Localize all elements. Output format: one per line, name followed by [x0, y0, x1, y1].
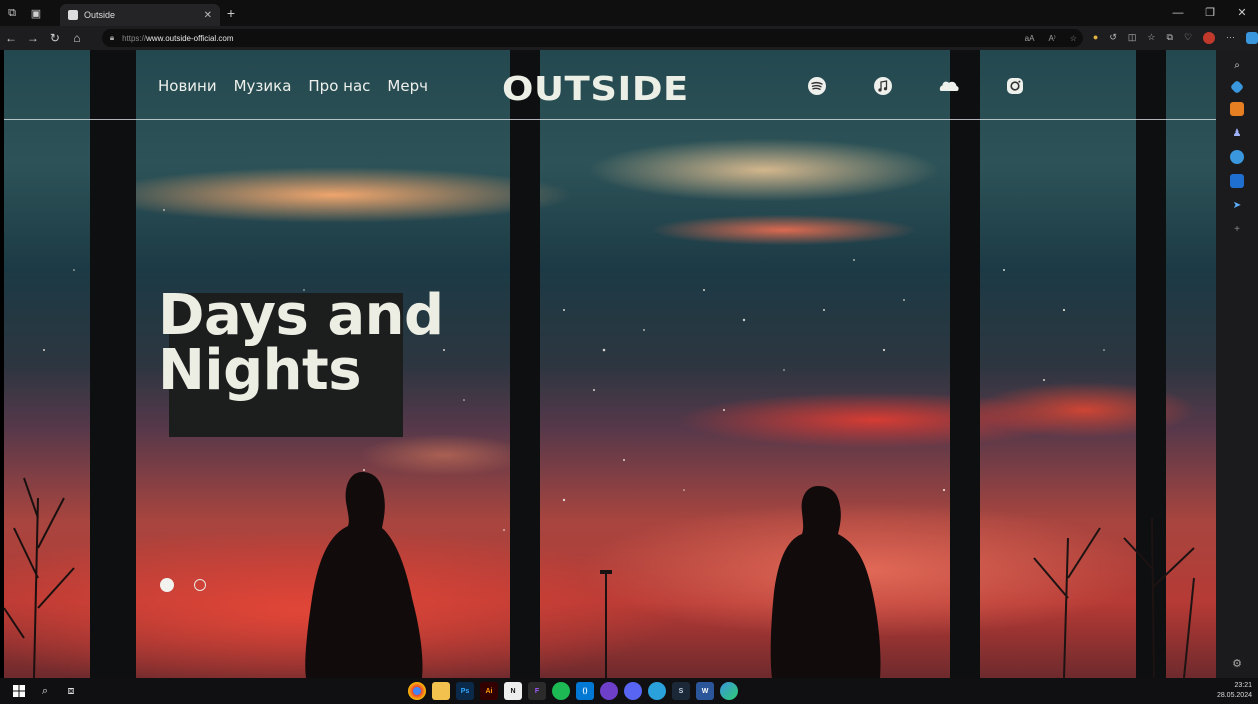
search-icon[interactable]: ⌕	[1230, 58, 1244, 72]
favorite-star-icon[interactable]: ☆	[1070, 34, 1077, 43]
slider-dot-2[interactable]	[194, 579, 206, 591]
street-lamp	[600, 570, 612, 678]
split-screen-icon[interactable]: ◫	[1128, 32, 1137, 44]
minimize-icon[interactable]: —	[1162, 0, 1194, 26]
workspaces-icon[interactable]: ⧉	[0, 0, 24, 26]
add-sidebar-app-icon[interactable]: +	[1230, 222, 1244, 236]
window-frame-right	[950, 50, 980, 678]
windows-taskbar: ⌕ ⧈ Ps Ai N F ⟨⟩ S W 23:21 28.05.2024	[0, 678, 1258, 704]
favorites-icon[interactable]: ☆	[1147, 32, 1155, 44]
site-favicon-icon	[68, 10, 78, 20]
taskbar-apps: Ps Ai N F ⟨⟩ S W	[408, 678, 738, 704]
read-aloud-icon[interactable]: A⁾	[1048, 34, 1055, 43]
steam-icon[interactable]: S	[672, 682, 690, 700]
word-icon[interactable]: W	[696, 682, 714, 700]
extension-icon[interactable]: ●	[1093, 32, 1098, 44]
site-logo[interactable]: OUTSIDE	[502, 69, 689, 108]
forward-icon[interactable]: →	[22, 31, 44, 45]
collections-icon[interactable]: ⧉	[1167, 32, 1173, 44]
close-tab-icon[interactable]: ✕	[204, 10, 212, 21]
browser-toolbar: ← → ↻ ⌂ 🔒︎ https:// www.outside-official…	[0, 26, 1258, 50]
immersive-reader-icon[interactable]: аА	[1025, 34, 1035, 43]
browser-essentials-icon[interactable]: ♡	[1184, 32, 1192, 44]
tab-actions-icon[interactable]: ▣	[24, 0, 48, 26]
taskbar-search-icon[interactable]: ⌕	[32, 678, 58, 704]
sidebar-settings-icon[interactable]: ⚙	[1232, 657, 1242, 670]
window-frame-center	[510, 50, 540, 678]
profile-avatar[interactable]	[1203, 32, 1216, 44]
outlook-icon[interactable]	[1230, 174, 1244, 188]
illustrator-icon[interactable]: Ai	[480, 682, 498, 700]
slider-dot-1-active[interactable]	[160, 578, 174, 592]
photoshop-icon[interactable]: Ps	[456, 682, 474, 700]
instagram-icon[interactable]	[1004, 75, 1026, 97]
chrome-icon[interactable]	[408, 682, 426, 700]
spotify-app-icon[interactable]	[552, 682, 570, 700]
bare-trees-right	[1033, 517, 1195, 678]
apple-music-icon[interactable]	[872, 75, 894, 97]
home-icon[interactable]: ⌂	[66, 31, 88, 45]
telegram-icon[interactable]	[648, 682, 666, 700]
social-links	[804, 75, 1034, 97]
window-frame-left	[90, 50, 136, 678]
window-controls: — ❐ ✕	[1162, 0, 1258, 26]
shopping-tag-icon[interactable]	[1229, 79, 1245, 95]
nav-link-music[interactable]: Музика	[234, 77, 292, 95]
figma-icon[interactable]: F	[528, 682, 546, 700]
nav-link-merch[interactable]: Мерч	[387, 77, 428, 95]
tab-outside[interactable]: Outside ✕	[60, 4, 220, 26]
github-icon[interactable]	[600, 682, 618, 700]
hero-title-line-1: Days and	[158, 283, 444, 348]
task-view-icon[interactable]: ⧈	[58, 678, 84, 704]
close-window-icon[interactable]: ✕	[1226, 0, 1258, 26]
refresh-icon[interactable]: ↻	[44, 31, 66, 45]
url-host: www.outside-official.com	[146, 33, 234, 43]
person-silhouette-right	[770, 486, 881, 678]
discord-icon[interactable]	[624, 682, 642, 700]
edge-icon[interactable]	[720, 682, 738, 700]
games-icon[interactable]: ♟	[1230, 126, 1244, 140]
restore-icon[interactable]: ❐	[1194, 0, 1226, 26]
clock-time: 23:21	[1234, 682, 1252, 689]
website-viewport: Новини Музика Про нас Мерч OUTSIDE Days …	[4, 50, 1216, 678]
bare-trees-left	[4, 477, 75, 678]
tab-title: Outside	[84, 10, 116, 20]
hero-title: Days and Nights	[158, 283, 444, 403]
nav-link-about[interactable]: Про нас	[308, 77, 370, 95]
refresh-extension-icon[interactable]: ↺	[1109, 32, 1117, 44]
notion-icon[interactable]: N	[504, 682, 522, 700]
vscode-icon[interactable]: ⟨⟩	[576, 682, 594, 700]
url-protocol: https://	[122, 33, 147, 43]
site-header: Новини Музика Про нас Мерч OUTSIDE	[4, 50, 1216, 120]
slider-pagination	[160, 578, 206, 592]
person-silhouette-left	[305, 472, 423, 678]
hero-title-line-2: Nights	[158, 338, 362, 403]
new-tab-button[interactable]: +	[220, 5, 242, 21]
soundcloud-icon[interactable]	[938, 75, 960, 97]
back-icon[interactable]: ←	[0, 31, 22, 45]
tools-briefcase-icon[interactable]	[1230, 102, 1244, 116]
start-button-icon[interactable]	[6, 678, 32, 704]
spotify-icon[interactable]	[806, 75, 828, 97]
send-icon[interactable]: ➤	[1230, 198, 1244, 212]
copilot-icon[interactable]	[1246, 32, 1258, 44]
microsoft-365-icon[interactable]	[1230, 150, 1244, 164]
system-clock[interactable]: 23:21 28.05.2024	[1217, 681, 1252, 701]
clock-date: 28.05.2024	[1216, 692, 1252, 699]
browser-tab-bar: ⧉ ▣ Outside ✕ + — ❐ ✕	[0, 0, 1258, 26]
lock-icon[interactable]: 🔒︎	[110, 33, 114, 43]
address-bar[interactable]: 🔒︎ https:// www.outside-official.com аА …	[101, 29, 1083, 47]
nav-link-news[interactable]: Новини	[158, 77, 217, 95]
main-nav: Новини Музика Про нас Мерч	[158, 77, 428, 95]
file-explorer-icon[interactable]	[432, 682, 450, 700]
more-menu-icon[interactable]: ⋯	[1226, 32, 1235, 44]
edge-sidebar: ⌕ ♟ ➤ + ⚙	[1216, 50, 1258, 678]
